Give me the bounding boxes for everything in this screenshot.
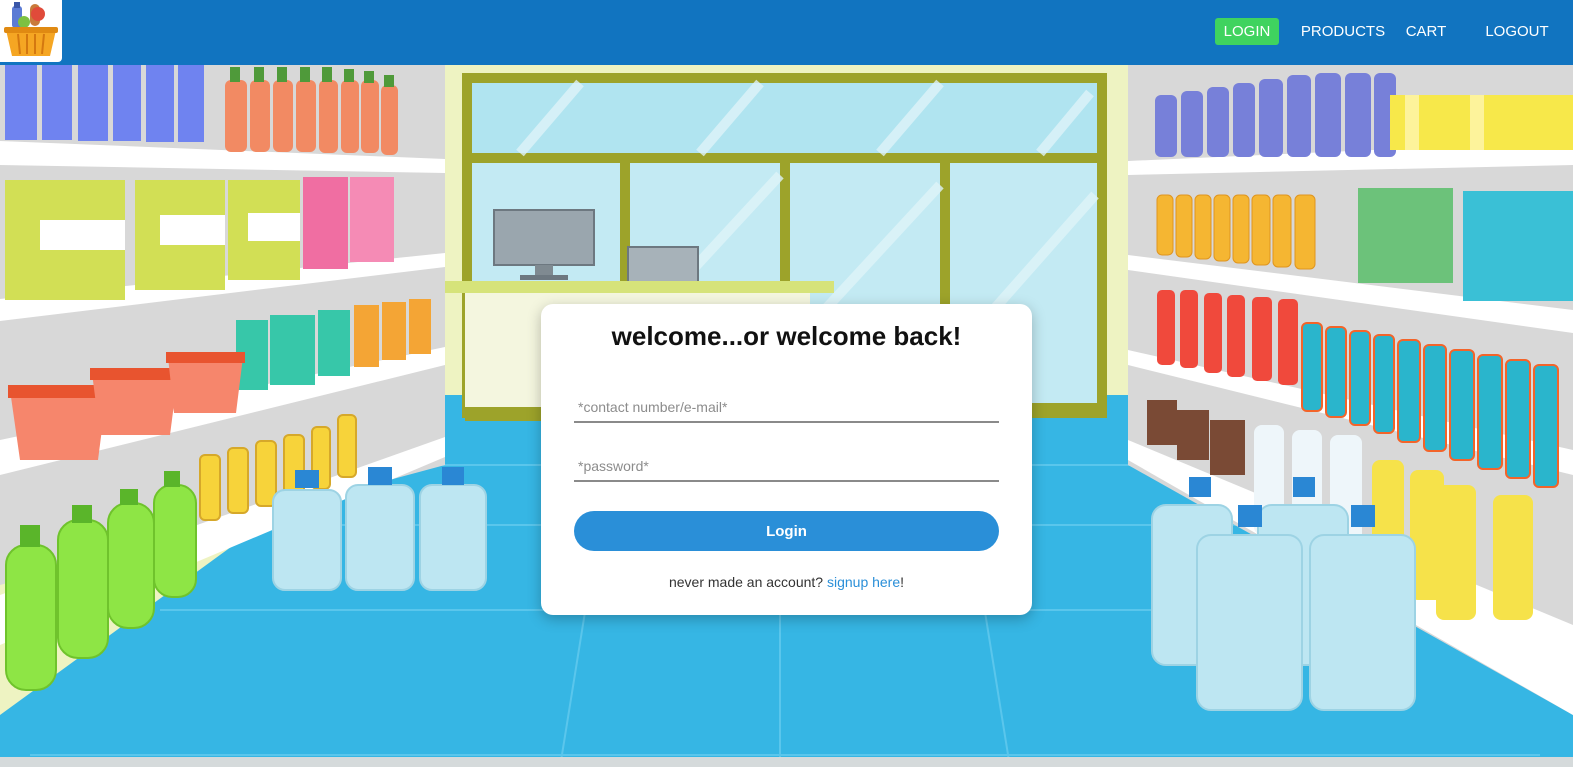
signup-suffix: ! xyxy=(900,574,905,590)
password-input[interactable] xyxy=(574,452,999,482)
nav-login[interactable]: LOGIN xyxy=(1215,18,1279,45)
top-navbar: LOGIN PRODUCTS CART LOGOUT xyxy=(0,0,1573,65)
nav-cart[interactable]: CART xyxy=(1405,18,1447,45)
login-title: welcome...or welcome back! xyxy=(611,321,962,351)
contact-input[interactable] xyxy=(574,393,999,423)
signup-link[interactable]: signup here xyxy=(827,574,900,590)
login-card: welcome...or welcome back! Login never m… xyxy=(541,304,1032,615)
grocery-basket-icon[interactable] xyxy=(0,0,62,62)
signup-prompt-line: never made an account? signup here! xyxy=(541,574,1032,590)
nav-logout[interactable]: LOGOUT xyxy=(1483,18,1551,45)
login-button[interactable]: Login xyxy=(574,511,999,551)
nav-products[interactable]: PRODUCTS xyxy=(1298,18,1388,45)
signup-prompt-text: never made an account? xyxy=(668,574,824,590)
